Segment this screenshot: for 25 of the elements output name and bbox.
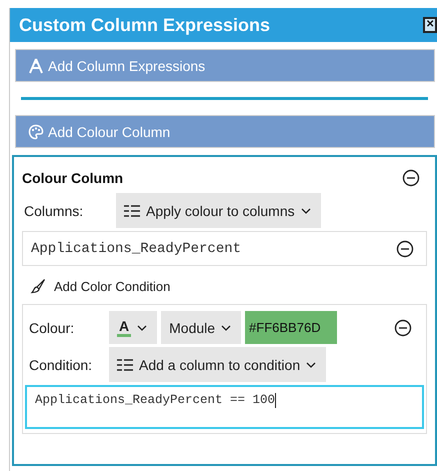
chevron-icon xyxy=(306,362,316,368)
remove-icon[interactable] xyxy=(402,169,420,187)
list-icon xyxy=(117,358,133,372)
palette-icon xyxy=(28,124,44,140)
window-title: Custom Column Expressions xyxy=(19,14,270,36)
chevron-icon xyxy=(137,324,148,330)
remove-icon[interactable] xyxy=(394,318,412,336)
chevron-icon xyxy=(221,324,232,330)
list-icon xyxy=(124,204,140,218)
chevron-icon xyxy=(300,208,311,214)
remove-icon[interactable] xyxy=(396,240,414,258)
columns-label: Columns: xyxy=(23,202,84,218)
columns-dropdown[interactable]: Apply colour to columns xyxy=(116,193,321,228)
brush-icon xyxy=(30,278,46,294)
close-button[interactable]: ✕ xyxy=(423,17,437,33)
colour-value-field[interactable]: #FF6BB76D xyxy=(245,311,338,344)
condition-dropdown[interactable]: Add a column to condition xyxy=(109,347,326,382)
expression-field[interactable]: Applications_ReadyPercent == 100 xyxy=(25,385,424,429)
font-colour-dropdown[interactable]: A xyxy=(109,311,158,344)
column-name: Applications_ReadyPercent xyxy=(31,240,242,256)
add-color-condition-link[interactable]: Add Color Condition xyxy=(54,278,170,294)
mode-dropdown[interactable]: Module xyxy=(161,311,242,344)
colour-label: Colour: xyxy=(28,320,76,336)
panel-title: Colour Column xyxy=(22,170,124,186)
condition-label: Condition: xyxy=(28,356,94,372)
